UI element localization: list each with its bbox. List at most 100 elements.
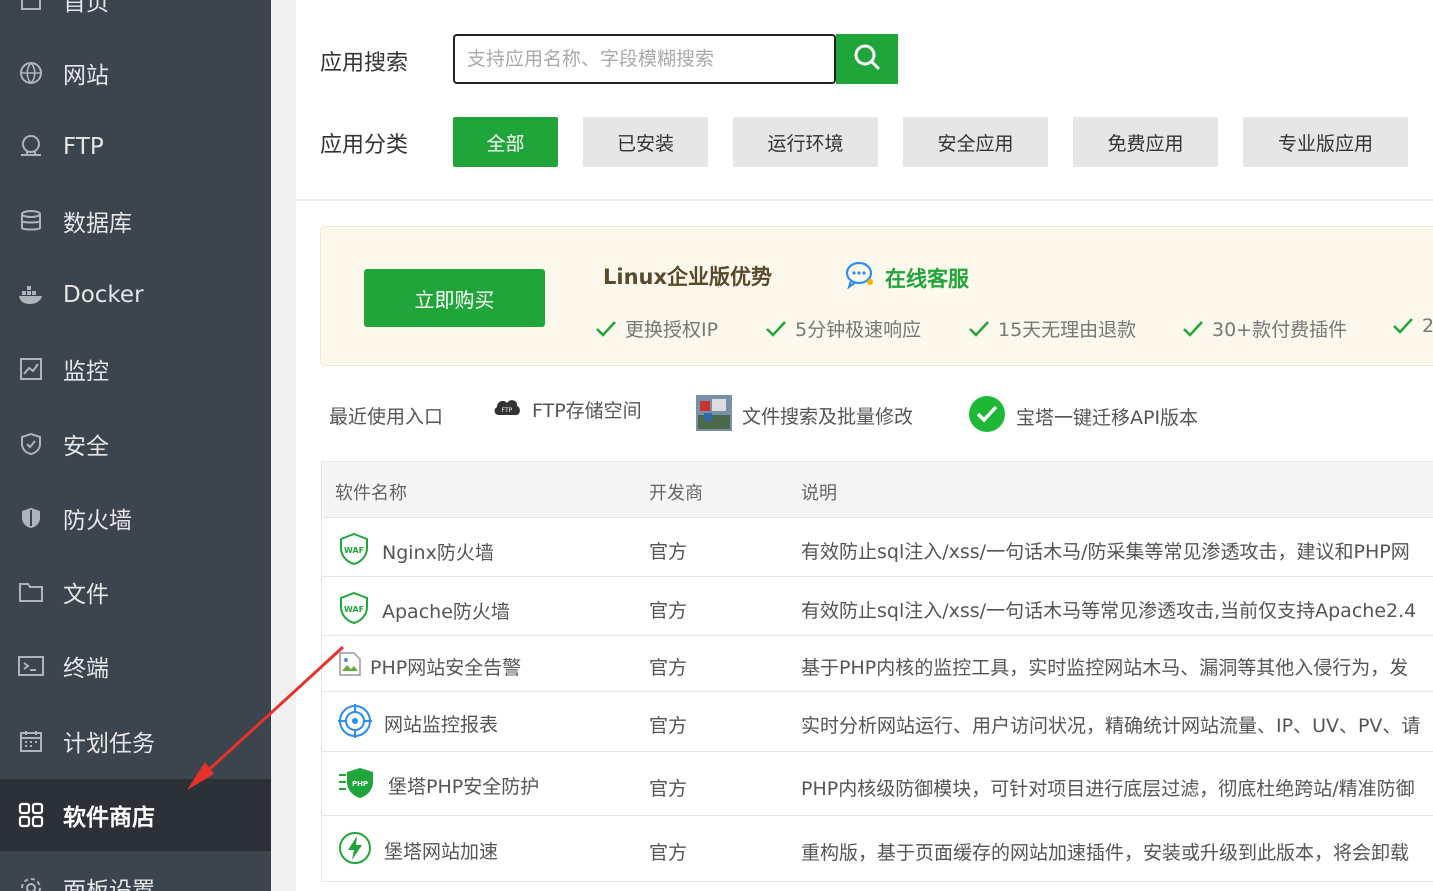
sidebar-item-label: 终端 bbox=[63, 649, 109, 683]
benefit-item: 5分钟极速响应 bbox=[765, 315, 921, 342]
search-icon bbox=[853, 43, 881, 75]
benefit-item: 15天无理由退款 bbox=[968, 315, 1136, 342]
benefit-item: 2 bbox=[1392, 315, 1433, 337]
sidebar-item-label: 计划任务 bbox=[63, 724, 155, 758]
column-header-developer: 开发商 bbox=[649, 479, 703, 505]
sidebar-item-label: 软件商店 bbox=[63, 798, 155, 832]
recent-item-file-search[interactable]: 文件搜索及批量修改 bbox=[696, 395, 913, 436]
sidebar-item-website[interactable]: 网站 bbox=[0, 37, 271, 109]
ftp-icon bbox=[18, 134, 44, 160]
software-name[interactable]: Nginx防火墙 bbox=[382, 538, 494, 565]
sidebar-item-label: 安全 bbox=[63, 427, 109, 461]
table-row[interactable]: PHP网站安全告警 官方 基于PHP内核的监控工具，实时监控网站木马、漏洞等其他… bbox=[322, 636, 1433, 692]
table-header: 软件名称 开发商 说明 bbox=[322, 462, 1433, 518]
promo-title: Linux企业版优势 bbox=[603, 261, 772, 291]
developer: 官方 bbox=[649, 774, 687, 801]
recent-item-ftp-storage[interactable]: FTP FTP存储空间 bbox=[492, 395, 642, 424]
customer-service-label: 在线客服 bbox=[885, 263, 969, 293]
main-content: 应用搜索 应用分类 全部 已安装 运行环境 安全应用 免费应用 专业版应用 立即… bbox=[296, 0, 1433, 891]
database-icon bbox=[18, 208, 44, 234]
sidebar-item-files[interactable]: 文件 bbox=[0, 556, 271, 628]
benefit-item: 更换授权IP bbox=[595, 315, 718, 342]
sidebar-item-cron[interactable]: 计划任务 bbox=[0, 705, 271, 777]
sidebar-item-security[interactable]: 安全 bbox=[0, 408, 271, 480]
description: 有效防止sql注入/xss/一句话木马/防采集等常见渗透攻击，建议和PHP网 bbox=[801, 537, 1410, 564]
software-name[interactable]: Apache防火墙 bbox=[382, 597, 510, 624]
sidebar-item-ftp[interactable]: FTP bbox=[0, 111, 271, 183]
description: 重构版，基于页面缓存的网站加速插件，安装或升级到此版本，将会卸载 bbox=[801, 838, 1409, 865]
check-icon bbox=[1392, 316, 1414, 336]
check-icon bbox=[765, 319, 787, 339]
developer: 官方 bbox=[649, 653, 687, 680]
chat-bubble-icon bbox=[845, 261, 875, 294]
category-security[interactable]: 安全应用 bbox=[903, 117, 1048, 167]
sidebar-item-label: 面板设置 bbox=[63, 871, 155, 891]
customer-service-link[interactable]: 在线客服 bbox=[845, 261, 969, 294]
search-input[interactable] bbox=[453, 34, 836, 84]
ftp-cloud-icon: FTP bbox=[492, 395, 522, 424]
table-row[interactable]: 堡塔网站加速 官方 重构版，基于页面缓存的网站加速插件，安装或升级到此版本，将会… bbox=[322, 816, 1433, 882]
sidebar-item-database[interactable]: 数据库 bbox=[0, 185, 271, 257]
software-name[interactable]: 堡塔PHP安全防护 bbox=[388, 772, 539, 799]
description: 基于PHP内核的监控工具，实时监控网站木马、漏洞等其他入侵行为，发 bbox=[801, 653, 1408, 680]
php-shield-icon: PHP bbox=[338, 765, 376, 806]
sidebar-item-panel-settings[interactable]: 面板设置 bbox=[0, 852, 271, 891]
sidebar-item-label: 防火墙 bbox=[63, 501, 132, 535]
category-runtime[interactable]: 运行环境 bbox=[733, 117, 878, 167]
sidebar-item-label: FTP bbox=[63, 134, 104, 160]
category-label: 应用分类 bbox=[320, 127, 408, 159]
lightning-icon bbox=[338, 831, 372, 870]
sidebar-item-terminal[interactable]: 终端 bbox=[0, 630, 271, 702]
column-header-description: 说明 bbox=[801, 479, 837, 505]
category-free[interactable]: 免费应用 bbox=[1073, 117, 1218, 167]
gear-icon bbox=[18, 875, 44, 891]
developer: 官方 bbox=[649, 537, 687, 564]
svg-text:FTP: FTP bbox=[502, 407, 513, 414]
buy-now-button[interactable]: 立即购买 bbox=[364, 269, 545, 327]
developer: 官方 bbox=[649, 711, 687, 738]
check-icon bbox=[1182, 319, 1204, 339]
sidebar-item-label: 监控 bbox=[63, 352, 109, 386]
table-row[interactable]: 网站监控报表 官方 实时分析网站运行、用户访问状况，精确统计网站流量、IP、UV… bbox=[322, 692, 1433, 752]
home-icon bbox=[18, 0, 44, 13]
software-name[interactable]: PHP网站安全告警 bbox=[370, 653, 521, 680]
software-name[interactable]: 网站监控报表 bbox=[384, 710, 498, 737]
firewall-icon bbox=[18, 505, 44, 531]
recent-entries-label: 最近使用入口 bbox=[329, 402, 443, 429]
sidebar-item-docker[interactable]: Docker bbox=[0, 259, 271, 331]
table-row[interactable]: WAF Apache防火墙 官方 有效防止sql注入/xss/一句话木马等常见渗… bbox=[322, 577, 1433, 636]
table-row[interactable]: PHP 堡塔PHP安全防护 官方 PHP内核级防御模块，可针对项目进行底层过滤，… bbox=[322, 752, 1433, 816]
sidebar-item-label: 网站 bbox=[63, 56, 109, 90]
green-check-circle-icon bbox=[968, 395, 1006, 438]
sidebar-item-label: 文件 bbox=[63, 575, 109, 609]
search-button[interactable] bbox=[836, 34, 898, 84]
category-pro[interactable]: 专业版应用 bbox=[1243, 117, 1408, 167]
sidebar-item-label: 首页 bbox=[63, 0, 109, 17]
check-icon bbox=[595, 319, 617, 339]
recent-item-migration-api[interactable]: 宝塔一键迁移API版本 bbox=[968, 395, 1198, 438]
terminal-icon bbox=[18, 653, 44, 679]
software-table: 软件名称 开发商 说明 WAF Nginx防火墙 官方 有效防止sql注入/xs… bbox=[321, 461, 1433, 882]
file-search-thumbnail-icon bbox=[696, 395, 732, 436]
folder-icon bbox=[18, 579, 44, 605]
category-all[interactable]: 全部 bbox=[453, 117, 558, 167]
docker-icon bbox=[18, 282, 44, 308]
sidebar-item-software-store[interactable]: 软件商店 bbox=[0, 779, 271, 851]
table-row[interactable]: WAF Nginx防火墙 官方 有效防止sql注入/xss/一句话木马/防采集等… bbox=[322, 518, 1433, 577]
category-installed[interactable]: 已安装 bbox=[583, 117, 708, 167]
sidebar-item-firewall[interactable]: 防火墙 bbox=[0, 482, 271, 554]
software-name[interactable]: 堡塔网站加速 bbox=[384, 837, 498, 864]
waf-icon: WAF bbox=[338, 591, 370, 630]
sidebar-item-label: 数据库 bbox=[63, 204, 132, 238]
monitor-icon bbox=[18, 356, 44, 382]
description: 实时分析网站运行、用户访问状况，精确统计网站流量、IP、UV、PV、请 bbox=[801, 711, 1420, 738]
sidebar-item-monitor[interactable]: 监控 bbox=[0, 333, 271, 405]
grid-icon bbox=[18, 802, 44, 828]
enterprise-promo-banner: 立即购买 Linux企业版优势 在线客服 更换授权IP 5分钟极速响应 15天无… bbox=[320, 226, 1433, 366]
broken-image-icon bbox=[338, 651, 362, 682]
sidebar-item-home[interactable]: 首页 bbox=[0, 0, 271, 36]
check-icon bbox=[968, 319, 990, 339]
column-header-name: 软件名称 bbox=[335, 479, 407, 505]
svg-text:WAF: WAF bbox=[344, 546, 364, 555]
sidebar-item-label: Docker bbox=[63, 282, 144, 308]
